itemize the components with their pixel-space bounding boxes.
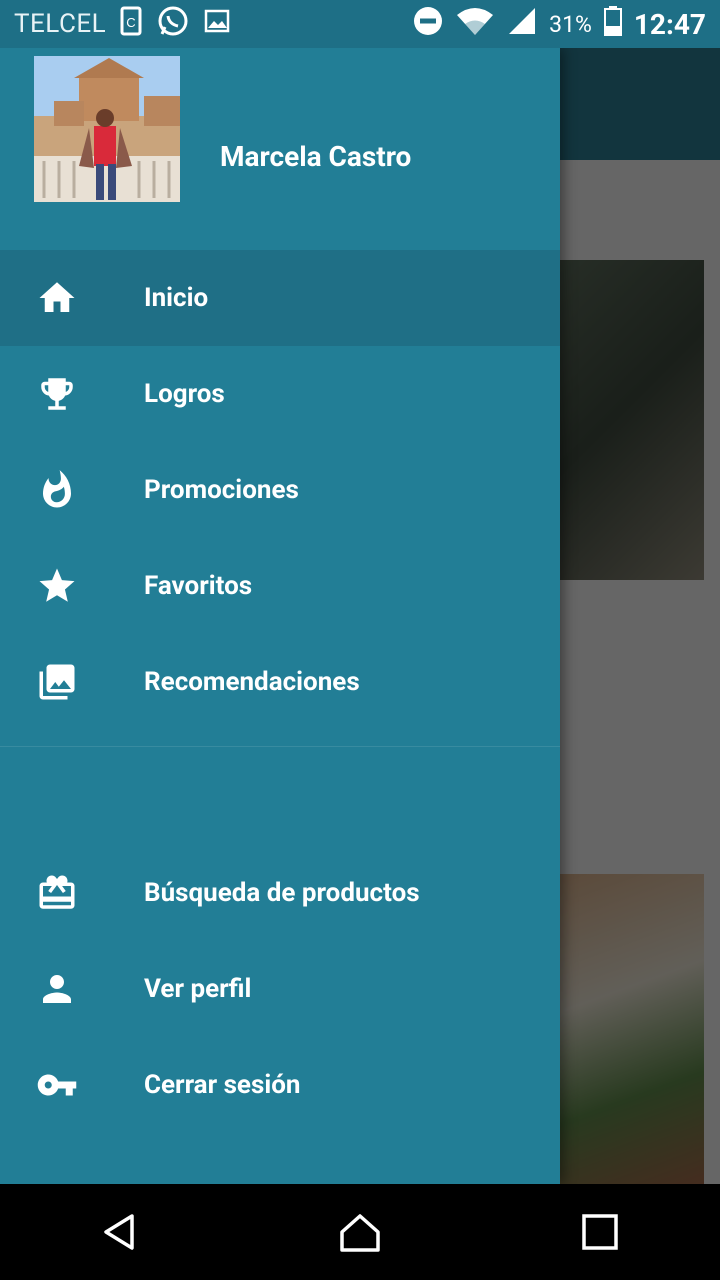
signal-icon [507,6,537,42]
menu-item-label: Cerrar sesión [144,1070,301,1100]
menu-item-promociones[interactable]: Promociones [0,442,560,538]
do-not-disturb-icon [413,6,443,42]
menu-item-label: Favoritos [144,571,253,601]
home-outline-icon [340,1214,380,1252]
menu-item-label: Inicio [144,283,209,313]
menu-item-favoritos[interactable]: Favoritos [0,538,560,634]
menu-item-ver-perfil[interactable]: Ver perfil [0,941,560,1037]
menu-item-logros[interactable]: Logros [0,346,560,442]
battery-icon [603,6,622,42]
whatsapp-icon [156,4,190,45]
status-bar: TELCEL C 31% 12:47 [0,0,720,48]
back-button[interactable] [80,1192,160,1272]
carrier-label: TELCEL [14,9,107,39]
home-button[interactable] [320,1192,400,1272]
menu-item-label: Recomendaciones [144,667,360,697]
person-icon [0,968,144,1010]
photo-library-icon [0,661,144,703]
key-icon [0,1064,144,1106]
menu-item-label: Logros [144,379,225,409]
flame-icon [0,469,144,511]
clock: 12:47 [633,7,706,41]
navigation-drawer: Marcela Castro Inicio Logros Promociones… [0,48,560,1184]
menu-item-label: Ver perfil [144,974,252,1004]
gift-card-icon [0,872,144,914]
svg-text:C: C [126,15,135,30]
battery-percent: 31% [549,10,592,38]
wifi-icon [455,5,495,43]
secondary-menu: Búsqueda de productos Ver perfil Cerrar … [0,845,560,1133]
primary-menu: Inicio Logros Promociones Favoritos Reco… [0,250,560,730]
home-icon [0,277,144,319]
drawer-header: Marcela Castro [0,48,560,250]
back-icon [104,1214,134,1250]
avatar[interactable] [34,56,180,202]
user-name: Marcela Castro [220,140,412,173]
trophy-icon [0,373,144,415]
menu-item-busqueda-productos[interactable]: Búsqueda de productos [0,845,560,941]
menu-item-cerrar-sesion[interactable]: Cerrar sesión [0,1037,560,1133]
image-icon [204,9,230,40]
system-navigation-bar [0,1184,720,1280]
menu-item-label: Búsqueda de productos [144,878,420,908]
recents-icon [582,1214,618,1250]
recents-button[interactable] [560,1192,640,1272]
menu-item-inicio[interactable]: Inicio [0,250,560,346]
sim-icon: C [120,6,142,43]
star-icon [0,565,144,607]
menu-item-label: Promociones [144,475,299,505]
menu-item-recomendaciones[interactable]: Recomendaciones [0,634,560,730]
